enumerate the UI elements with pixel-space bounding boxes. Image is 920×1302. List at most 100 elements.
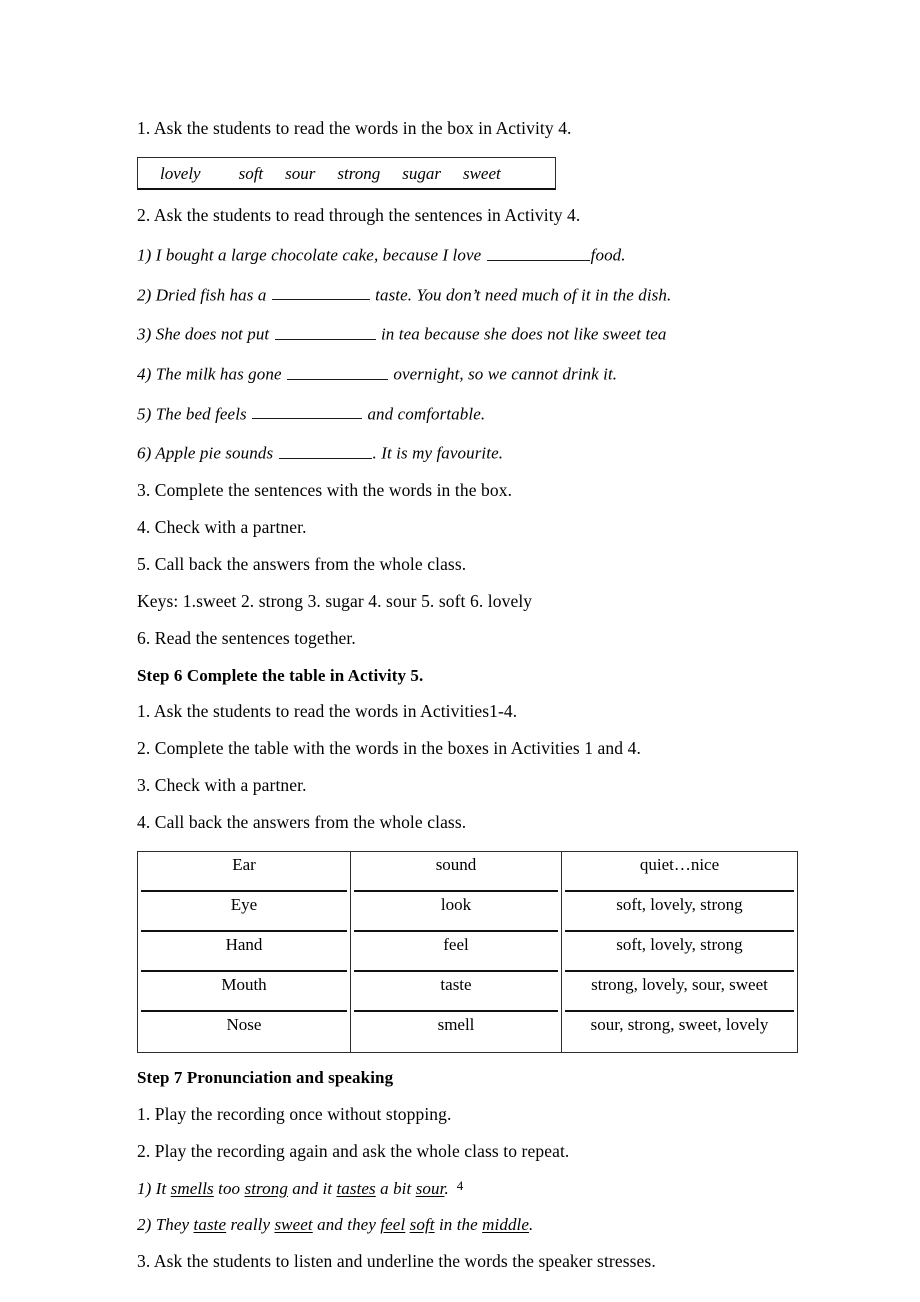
step7-instruction-2: 2. Play the recording again and ask the … xyxy=(137,1140,570,1161)
step7-instruction-1: 1. Play the recording once without stopp… xyxy=(137,1103,452,1124)
sentence-before: Dried fish has a xyxy=(155,285,267,305)
activity4-answer-keys: Keys: 1.sweet 2. strong 3. sugar 4. sour… xyxy=(137,590,533,611)
table-cell-words: soft, lovely, strong xyxy=(561,892,798,933)
step6-instruction-3: 3. Check with a partner. xyxy=(137,775,307,796)
cell-text: Nose xyxy=(226,1015,262,1035)
stressed-word: feel xyxy=(380,1215,406,1235)
stressed-word: taste xyxy=(193,1215,227,1235)
document-page: 1. Ask the students to read the words in… xyxy=(0,0,920,1302)
sentence-after: . It is my favourite. xyxy=(372,443,504,463)
step6-heading: Step 6 Complete the table in Activity 5. xyxy=(137,665,424,685)
answer-blank xyxy=(271,284,370,301)
table-cell-sense: Mouth xyxy=(137,972,351,1013)
fill-in-sentence-4: 4) The milk has gone overnight, so we ca… xyxy=(137,363,780,383)
step6-instruction-2: 2. Complete the table with the words in … xyxy=(137,738,641,759)
activity4-instruction-6: 6. Read the sentences together. xyxy=(137,627,356,648)
step7-example-2: 2) They taste really sweet and they feel… xyxy=(137,1216,780,1233)
activity4-instruction-4: 4. Check with a partner. xyxy=(137,516,307,537)
sentence-number: 2) xyxy=(137,285,152,305)
table-row: Hand feel soft, lovely, strong xyxy=(137,932,798,973)
table-cell-verb: look xyxy=(350,892,562,933)
table-cell-sense: Nose xyxy=(137,1012,351,1054)
table-row: Ear sound quiet…nice xyxy=(137,851,798,893)
sentence-before: Apple pie sounds xyxy=(155,443,274,463)
word-box-item-soft: soft xyxy=(238,163,264,183)
sentence-after: food. xyxy=(590,245,626,265)
fill-in-sentence-2: 2) Dried fish has a taste. You don’t nee… xyxy=(137,284,780,305)
table-row: Nose smell sour, strong, sweet, lovely xyxy=(137,1012,798,1054)
stressed-word: soft xyxy=(409,1215,435,1235)
table-cell-sense: Hand xyxy=(137,932,351,973)
sentence-before: She does not put xyxy=(155,324,270,344)
table-cell-verb: sound xyxy=(350,851,562,893)
plain-text: They xyxy=(155,1215,194,1235)
sentence-before: The bed feels xyxy=(155,404,247,424)
table-cell-sense: Eye xyxy=(137,892,351,933)
sentence-after: overnight, so we cannot drink it. xyxy=(393,364,618,384)
cell-text: smell xyxy=(437,1015,475,1035)
cell-text: Ear xyxy=(232,855,256,875)
table-cell-words: soft, lovely, strong xyxy=(561,932,798,973)
word-box-item-sugar: sugar xyxy=(402,163,441,183)
step7-heading: Step 7 Pronunciation and speaking xyxy=(137,1068,394,1088)
cell-text: soft, lovely, strong xyxy=(616,895,743,915)
plain-text: in the xyxy=(434,1215,483,1235)
sentence-number: 1) xyxy=(137,245,152,265)
senses-table: Ear sound quiet…nice Eye look soft, love… xyxy=(137,851,798,1054)
word-box-item-lovely: lovely xyxy=(160,163,201,183)
word-box-item-sweet: sweet xyxy=(462,163,501,183)
step6-instruction-1: 1. Ask the students to read the words in… xyxy=(137,701,518,722)
stressed-word: sweet xyxy=(274,1215,313,1235)
table-cell-words: quiet…nice xyxy=(561,851,798,893)
sentence-number: 6) xyxy=(137,443,152,463)
table-row: Eye look soft, lovely, strong xyxy=(137,892,798,933)
cell-text: sour, strong, sweet, lovely xyxy=(590,1015,769,1035)
activity4-instruction-5: 5. Call back the answers from the whole … xyxy=(137,553,467,574)
cell-text: sound xyxy=(435,855,477,875)
sentence-before: The milk has gone xyxy=(155,364,282,384)
sentence-after: in tea because she does not like sweet t… xyxy=(380,324,667,344)
fill-in-sentence-6: 6) Apple pie sounds . It is my favourite… xyxy=(137,442,780,462)
activity4-instruction-3: 3. Complete the sentences with the words… xyxy=(137,479,513,500)
sentence-after: taste. You don’t need much of it in the … xyxy=(375,285,672,305)
table-cell-verb: feel xyxy=(350,932,562,973)
table-cell-verb: smell xyxy=(350,1012,562,1054)
sentence-number: 3) xyxy=(137,324,152,344)
answer-blank xyxy=(278,442,372,459)
sentence-number: 4) xyxy=(137,364,152,384)
example-number: 2) xyxy=(137,1215,152,1235)
cell-text: look xyxy=(440,895,472,915)
table-cell-verb: taste xyxy=(350,972,562,1013)
stressed-word: middle xyxy=(482,1215,530,1235)
step6-instruction-4: 4. Call back the answers from the whole … xyxy=(137,812,467,833)
plain-text: really xyxy=(226,1215,275,1235)
answer-blank xyxy=(274,323,376,340)
table-cell-words: sour, strong, sweet, lovely xyxy=(561,1012,798,1054)
answer-blank xyxy=(252,403,363,420)
cell-text: Hand xyxy=(225,935,263,955)
word-box-item-sour: sour xyxy=(285,163,316,183)
cell-text: soft, lovely, strong xyxy=(616,935,743,955)
activity4-instruction-2: 2. Ask the students to read through the … xyxy=(137,205,581,225)
activity4-instruction-1: 1. Ask the students to read the words in… xyxy=(137,118,572,138)
sentence-number: 5) xyxy=(137,404,152,424)
step7-instruction-3: 3. Ask the students to listen and underl… xyxy=(137,1250,656,1271)
cell-text: Eye xyxy=(230,895,258,915)
activity4-word-box: lovely soft sour strong sugar sweet xyxy=(137,157,556,190)
answer-blank xyxy=(286,363,388,380)
fill-in-sentence-5: 5) The bed feels and comfortable. xyxy=(137,403,780,424)
page-number: 4 xyxy=(456,1178,464,1193)
cell-text: taste xyxy=(440,975,472,995)
cell-text: quiet…nice xyxy=(639,855,720,875)
cell-text: strong, lovely, sour, sweet xyxy=(591,975,768,995)
plain-text: and they xyxy=(312,1215,381,1235)
answer-blank xyxy=(486,244,590,261)
table-row: Mouth taste strong, lovely, sour, sweet xyxy=(137,972,798,1013)
word-box-item-strong: strong xyxy=(337,163,381,183)
fill-in-sentence-1: 1) I bought a large chocolate cake, beca… xyxy=(137,244,780,264)
sentence-after: and comfortable. xyxy=(367,404,486,424)
cell-text: Mouth xyxy=(221,975,267,995)
sentence-before: I bought a large chocolate cake, because… xyxy=(155,245,482,265)
table-cell-words: strong, lovely, sour, sweet xyxy=(561,972,798,1013)
plain-text: . xyxy=(529,1215,534,1235)
